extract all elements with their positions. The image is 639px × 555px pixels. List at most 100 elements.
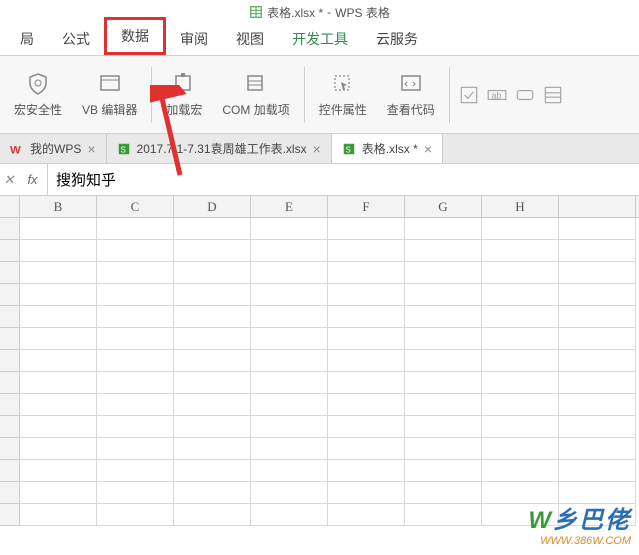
- tab-layout[interactable]: 局: [6, 23, 48, 55]
- cell[interactable]: [97, 240, 174, 262]
- tab-cloud[interactable]: 云服务: [362, 23, 432, 55]
- cell[interactable]: [251, 394, 328, 416]
- cell[interactable]: [20, 284, 97, 306]
- cell[interactable]: [251, 482, 328, 504]
- cell[interactable]: [174, 372, 251, 394]
- col-header[interactable]: E: [251, 196, 328, 217]
- cell[interactable]: [174, 438, 251, 460]
- cell[interactable]: [559, 372, 636, 394]
- cell[interactable]: [482, 350, 559, 372]
- cell[interactable]: [20, 460, 97, 482]
- cell[interactable]: [174, 328, 251, 350]
- cell[interactable]: [97, 460, 174, 482]
- cell[interactable]: [251, 284, 328, 306]
- load-macro-button[interactable]: 加载宏: [160, 67, 208, 122]
- cell[interactable]: [482, 394, 559, 416]
- button-control-icon[interactable]: [514, 84, 536, 106]
- cell[interactable]: [482, 504, 559, 526]
- cell[interactable]: [328, 372, 405, 394]
- cell[interactable]: [328, 306, 405, 328]
- cell[interactable]: [405, 284, 482, 306]
- cell[interactable]: [328, 262, 405, 284]
- tab-review[interactable]: 审阅: [166, 23, 222, 55]
- cell[interactable]: [328, 284, 405, 306]
- cell[interactable]: [251, 350, 328, 372]
- cell[interactable]: [559, 394, 636, 416]
- row-header[interactable]: [0, 372, 20, 394]
- com-addin-button[interactable]: COM 加载项: [216, 67, 295, 122]
- cell[interactable]: [405, 372, 482, 394]
- cell[interactable]: [328, 394, 405, 416]
- cell[interactable]: [97, 372, 174, 394]
- cell[interactable]: [559, 504, 636, 526]
- textbox-control-icon[interactable]: ab: [486, 84, 508, 106]
- col-header[interactable]: C: [97, 196, 174, 217]
- macro-security-button[interactable]: 宏安全性: [8, 67, 68, 122]
- cell[interactable]: [174, 482, 251, 504]
- doc-tab-current[interactable]: S 表格.xlsx * ×: [332, 134, 443, 163]
- cell[interactable]: [559, 262, 636, 284]
- cell[interactable]: [482, 284, 559, 306]
- cell[interactable]: [97, 504, 174, 526]
- cell[interactable]: [482, 328, 559, 350]
- cell[interactable]: [20, 350, 97, 372]
- cell[interactable]: [20, 482, 97, 504]
- close-icon[interactable]: ×: [313, 141, 321, 157]
- cell[interactable]: [97, 262, 174, 284]
- row-header[interactable]: [0, 504, 20, 526]
- cell[interactable]: [251, 306, 328, 328]
- cell[interactable]: [482, 262, 559, 284]
- cell[interactable]: [251, 218, 328, 240]
- list-control-icon[interactable]: [542, 84, 564, 106]
- cell[interactable]: [482, 218, 559, 240]
- tab-data[interactable]: 数据: [104, 17, 166, 55]
- cell[interactable]: [174, 262, 251, 284]
- cell[interactable]: [20, 306, 97, 328]
- cell[interactable]: [174, 350, 251, 372]
- cell[interactable]: [405, 416, 482, 438]
- cell[interactable]: [559, 350, 636, 372]
- cell[interactable]: [559, 416, 636, 438]
- cell[interactable]: [97, 350, 174, 372]
- cell[interactable]: [328, 460, 405, 482]
- cell[interactable]: [20, 394, 97, 416]
- view-code-button[interactable]: 查看代码: [381, 67, 441, 122]
- cell[interactable]: [20, 328, 97, 350]
- cell[interactable]: [405, 218, 482, 240]
- formula-input[interactable]: [48, 167, 639, 192]
- cell[interactable]: [482, 460, 559, 482]
- cell[interactable]: [20, 438, 97, 460]
- tab-view[interactable]: 视图: [222, 23, 278, 55]
- cell[interactable]: [405, 504, 482, 526]
- col-header[interactable]: B: [20, 196, 97, 217]
- col-header[interactable]: D: [174, 196, 251, 217]
- cell[interactable]: [20, 504, 97, 526]
- cell[interactable]: [482, 240, 559, 262]
- col-header[interactable]: F: [328, 196, 405, 217]
- cell[interactable]: [97, 416, 174, 438]
- col-header[interactable]: H: [482, 196, 559, 217]
- cell[interactable]: [328, 438, 405, 460]
- cell[interactable]: [251, 372, 328, 394]
- row-header[interactable]: [0, 460, 20, 482]
- cell[interactable]: [482, 416, 559, 438]
- vb-editor-button[interactable]: VB 编辑器: [76, 67, 143, 122]
- close-icon[interactable]: ×: [87, 141, 95, 157]
- cell[interactable]: [482, 482, 559, 504]
- cell[interactable]: [20, 372, 97, 394]
- close-icon[interactable]: ×: [424, 141, 432, 157]
- cell[interactable]: [174, 394, 251, 416]
- doc-tab-worksheet[interactable]: S 2017.7.1-7.31袁周雄工作表.xlsx ×: [107, 134, 332, 163]
- cell[interactable]: [559, 328, 636, 350]
- cell[interactable]: [174, 240, 251, 262]
- row-header[interactable]: [0, 416, 20, 438]
- cell[interactable]: [328, 482, 405, 504]
- cancel-icon[interactable]: ✕: [0, 172, 18, 188]
- cell[interactable]: [405, 482, 482, 504]
- fx-label[interactable]: fx: [18, 164, 48, 195]
- cell[interactable]: [405, 328, 482, 350]
- cell[interactable]: [328, 328, 405, 350]
- cell[interactable]: [482, 372, 559, 394]
- row-header[interactable]: [0, 240, 20, 262]
- tab-developer[interactable]: 开发工具: [278, 23, 362, 55]
